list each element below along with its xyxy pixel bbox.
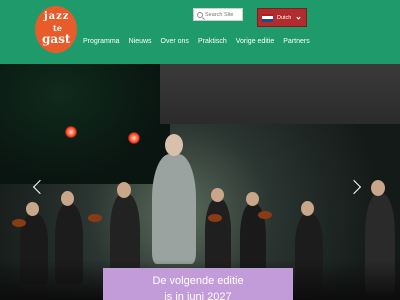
nav-item-vorige-editie[interactable]: Vorige editie <box>236 38 275 46</box>
nav-item-praktisch[interactable]: Praktisch <box>198 38 227 46</box>
search-box[interactable] <box>193 8 245 21</box>
logo-word-gast: gast <box>42 32 71 46</box>
main-navigation: Programma Nieuws Over ons Praktisch Vori… <box>83 38 310 46</box>
nav-item-nieuws[interactable]: Nieuws <box>129 38 152 46</box>
trumpet-player-head <box>165 134 183 156</box>
stage-light <box>65 126 77 138</box>
hero-carousel <box>0 64 400 300</box>
nav-item-programma[interactable]: Programma <box>83 38 120 46</box>
musician-head <box>211 188 224 202</box>
next-edition-banner: De volgende editie is in juni 2027 <box>103 268 293 300</box>
musician-head <box>246 192 259 206</box>
logo-word-jazz: jazz <box>44 11 70 22</box>
musician-head <box>301 201 314 216</box>
logo-word-te: te <box>53 23 62 33</box>
nav-item-partners[interactable]: Partners <box>283 38 309 46</box>
hero-trees-background <box>0 64 170 184</box>
jazz-te-gast-logo[interactable]: jazz te gast <box>35 6 77 53</box>
violin <box>258 211 272 219</box>
violin <box>12 219 26 227</box>
musician-head <box>26 202 39 216</box>
netherlands-flag-icon <box>262 13 273 22</box>
musician-head <box>117 182 131 198</box>
search-input[interactable] <box>205 11 245 18</box>
banner-line-2: is in juni 2027 <box>164 291 232 300</box>
nav-item-over-ons[interactable]: Over ons <box>161 38 189 46</box>
search-icon <box>197 11 203 18</box>
chevron-down-icon <box>296 15 301 20</box>
trumpet-player <box>152 154 196 264</box>
musician-head <box>61 191 74 206</box>
hero-tent-roof <box>160 64 400 124</box>
violin <box>88 214 102 222</box>
language-label: Dutch <box>277 14 292 21</box>
site-header: jazz te gast Programma Nieuws Over ons P… <box>0 0 400 64</box>
violin <box>208 214 222 222</box>
stage-light <box>128 132 140 144</box>
musician-head <box>371 180 385 196</box>
banner-line-1: De volgende editie <box>152 275 244 287</box>
language-selector[interactable]: Dutch <box>257 8 307 27</box>
